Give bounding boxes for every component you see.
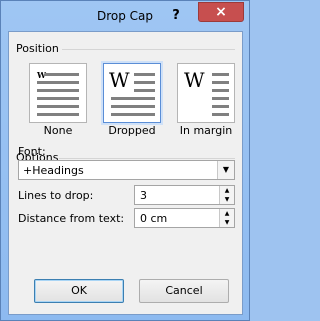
position-in-margin-label: In margin <box>179 124 233 137</box>
font-select-value: +Headings <box>23 164 84 177</box>
drop-cap-dropped-letter: W <box>109 68 130 92</box>
chevron-down-icon[interactable]: ▼ <box>217 161 234 179</box>
position-dropped-label: Dropped <box>108 124 156 137</box>
text-line <box>45 73 79 76</box>
position-option-dropped[interactable]: W <box>103 63 161 123</box>
drop-cap-in-margin-letter: W <box>184 68 205 92</box>
text-line <box>212 73 229 76</box>
text-line <box>212 113 229 116</box>
help-button[interactable]: ? <box>168 8 184 24</box>
cancel-button[interactable]: Cancel <box>139 279 229 303</box>
text-line <box>37 105 79 108</box>
text-line <box>111 97 155 100</box>
font-select[interactable]: +Headings ▼ <box>18 160 235 180</box>
ok-button[interactable]: OK <box>34 279 124 303</box>
lines-to-drop-spin-buttons: ▲ ▼ <box>219 186 234 204</box>
spin-down-icon[interactable]: ▼ <box>220 195 234 204</box>
text-line <box>212 97 229 100</box>
drop-cap-dialog: Drop Cap ? × Position W W W None Dropped… <box>0 0 250 321</box>
position-option-none[interactable]: W <box>29 63 87 123</box>
lines-to-drop-spinner[interactable]: 3 ▲ ▼ <box>134 185 235 205</box>
position-group-label: Position <box>16 42 59 55</box>
text-line <box>134 73 155 76</box>
text-line <box>111 105 155 108</box>
text-line <box>37 81 79 84</box>
text-line <box>134 81 155 84</box>
text-line <box>37 113 79 116</box>
text-line <box>212 89 229 92</box>
text-line <box>37 89 79 92</box>
distance-from-text-spinner[interactable]: 0 cm ▲ ▼ <box>134 208 235 228</box>
font-label: Font: <box>18 145 46 158</box>
close-button[interactable]: × <box>198 2 244 22</box>
distance-from-text-label: Distance from text: <box>18 212 125 225</box>
position-option-in-margin[interactable]: W <box>177 63 235 123</box>
lines-to-drop-value: 3 <box>140 189 147 202</box>
position-group-divider <box>62 49 235 50</box>
dialog-body: Position W W W None Dropped In margin Op… <box>8 31 243 315</box>
position-none-label: None <box>43 124 73 137</box>
distance-from-text-value: 0 cm <box>140 212 168 225</box>
text-line <box>111 113 155 116</box>
title-bar[interactable]: Drop Cap ? × <box>1 1 249 31</box>
options-group-divider <box>59 158 235 159</box>
text-line <box>134 89 155 92</box>
text-line <box>212 105 229 108</box>
text-line <box>212 81 229 84</box>
close-icon: × <box>215 4 227 20</box>
spin-down-icon[interactable]: ▼ <box>220 218 234 227</box>
text-line <box>37 97 79 100</box>
lines-to-drop-label: Lines to drop: <box>18 189 94 202</box>
distance-from-text-spin-buttons: ▲ ▼ <box>219 209 234 227</box>
